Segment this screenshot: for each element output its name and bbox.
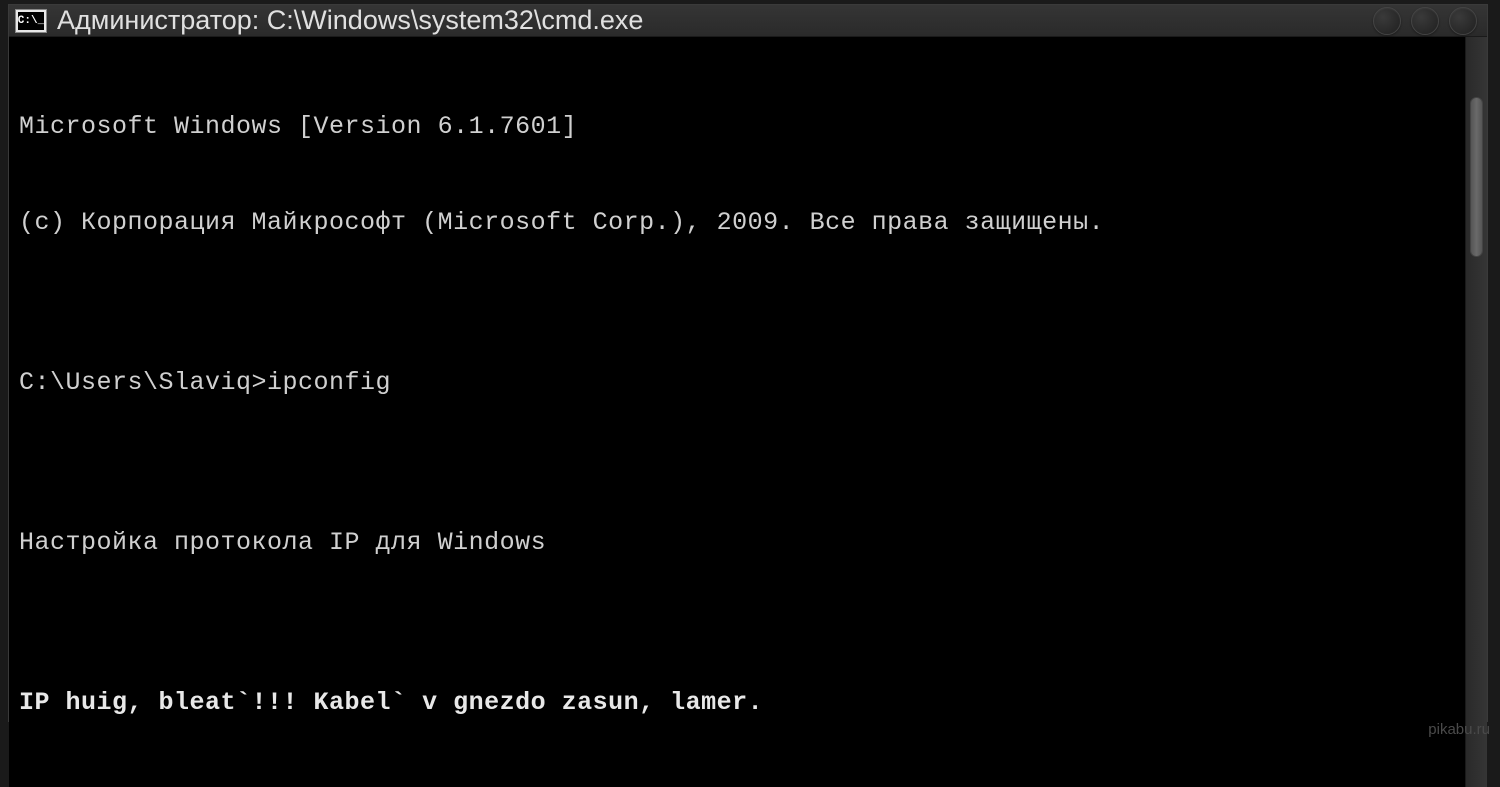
console-line: C:\Users\Slaviq>ipconfig (19, 367, 1461, 399)
window-controls (1373, 7, 1481, 35)
console-line: IP huig, bleat`!!! Kabel` v gnezdo zasun… (19, 687, 1461, 719)
window-title: Администратор: C:\Windows\system32\cmd.e… (57, 5, 1373, 36)
close-button[interactable] (1449, 7, 1477, 35)
titlebar[interactable]: C:\_ Администратор: C:\Windows\system32\… (9, 5, 1487, 37)
console-line: Microsoft Windows [Version 6.1.7601] (19, 111, 1461, 143)
cmd-icon: C:\_ (15, 9, 47, 33)
console-area: Microsoft Windows [Version 6.1.7601] (c)… (9, 37, 1487, 787)
minimize-button[interactable] (1373, 7, 1401, 35)
cmd-icon-label: C:\_ (18, 15, 44, 27)
watermark-text: pikabu.ru (1428, 721, 1490, 738)
vertical-scrollbar[interactable] (1465, 37, 1487, 787)
console-line: (c) Корпорация Майкрософт (Microsoft Cor… (19, 207, 1461, 239)
cmd-window: C:\_ Администратор: C:\Windows\system32\… (8, 4, 1488, 722)
console-line: Настройка протокола IP для Windows (19, 527, 1461, 559)
console-output[interactable]: Microsoft Windows [Version 6.1.7601] (c)… (9, 37, 1465, 787)
maximize-button[interactable] (1411, 7, 1439, 35)
scrollbar-thumb[interactable] (1470, 97, 1483, 257)
